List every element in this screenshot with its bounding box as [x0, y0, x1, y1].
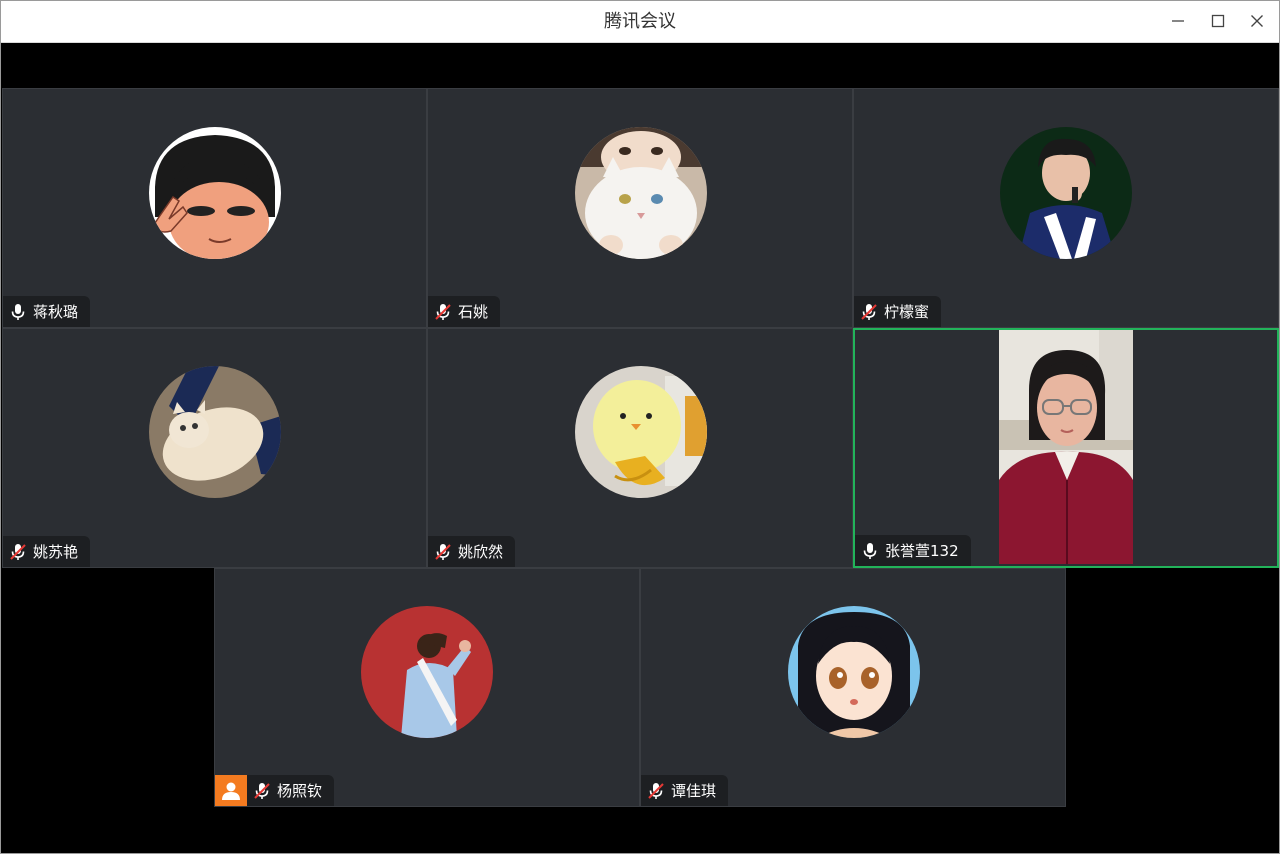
participant-name: 石姚: [458, 303, 489, 321]
participant-nametag: 石姚: [428, 296, 501, 327]
title-bar: 腾讯会议: [1, 1, 1279, 43]
microphone-icon[interactable]: [9, 303, 27, 321]
participant-name: 蒋秋璐: [33, 303, 79, 321]
meeting-window: 腾讯会议 蒋秋璐 石姚 柠檬蜜 姚苏艳 姚欣然 张誉萱132 杨照钦 谭佳琪: [0, 0, 1280, 854]
window-title: 腾讯会议: [604, 11, 676, 32]
participant-nametag: 张誉萱132: [855, 535, 971, 566]
participant-tile[interactable]: 姚欣然: [427, 328, 853, 568]
microphone-muted-icon[interactable]: [434, 303, 452, 321]
participant-name: 姚苏艳: [33, 543, 79, 561]
participant-name: 杨照钦: [277, 782, 323, 800]
host-badge: [215, 775, 247, 806]
participant-nametag: 柠檬蜜: [854, 296, 942, 327]
participant-avatar: [1000, 127, 1132, 259]
participant-avatar: [788, 606, 920, 738]
maximize-icon: [1211, 14, 1225, 28]
microphone-muted-icon[interactable]: [860, 303, 878, 321]
participant-nametag: 蒋秋璐: [3, 296, 91, 327]
participant-avatar: [149, 127, 281, 259]
close-button[interactable]: [1242, 7, 1272, 35]
microphone-muted-icon[interactable]: [9, 543, 27, 561]
participant-tile-speaking[interactable]: 张誉萱132: [853, 328, 1279, 568]
microphone-muted-icon[interactable]: [647, 782, 665, 800]
participant-nametag: 谭佳琪: [641, 775, 729, 806]
microphone-icon[interactable]: [861, 542, 879, 560]
participant-avatar: [361, 606, 493, 738]
close-icon: [1251, 15, 1263, 27]
participant-tile[interactable]: 杨照钦: [214, 568, 640, 807]
maximize-button[interactable]: [1203, 7, 1233, 35]
participant-nametag: 姚苏艳: [3, 536, 91, 567]
minimize-icon: [1172, 20, 1184, 22]
participant-name: 柠檬蜜: [884, 303, 930, 321]
minimize-button[interactable]: [1163, 7, 1193, 35]
participant-tile[interactable]: 柠檬蜜: [853, 88, 1279, 328]
participant-avatar: [149, 366, 281, 498]
participant-tile[interactable]: 姚苏艳: [2, 328, 427, 568]
host-user-icon: [222, 782, 240, 800]
participant-avatar: [575, 366, 707, 498]
microphone-muted-icon[interactable]: [434, 543, 452, 561]
participant-tile[interactable]: 蒋秋璐: [2, 88, 427, 328]
microphone-muted-icon[interactable]: [253, 782, 271, 800]
participant-avatar: [575, 127, 707, 259]
participant-nametag: 姚欣然: [428, 536, 516, 567]
participant-nametag: 杨照钦: [247, 775, 335, 806]
participant-name: 姚欣然: [458, 543, 504, 561]
participant-name: 谭佳琪: [671, 782, 717, 800]
participant-tile[interactable]: 谭佳琪: [640, 568, 1066, 807]
participant-video: [999, 330, 1133, 564]
participant-name: 张誉萱132: [885, 542, 959, 560]
participant-tile[interactable]: 石姚: [427, 88, 853, 328]
